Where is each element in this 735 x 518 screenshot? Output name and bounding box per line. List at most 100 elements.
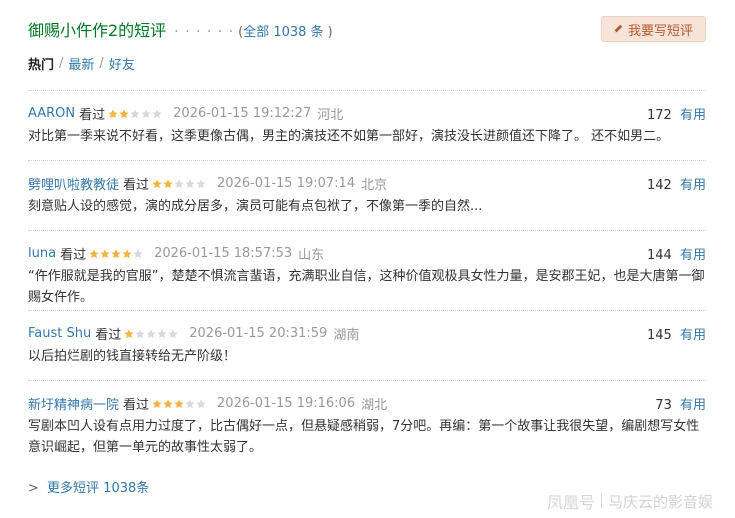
watermark-logo: 凤凰号 — [546, 493, 595, 512]
star-filled-icon — [100, 248, 110, 258]
comment-text: 对比第一季来说不好看，这季更像古偶，男主的演技还不如第一部好，演技没长进颜值还下… — [28, 129, 670, 144]
rating-stars — [152, 398, 207, 409]
star-filled-icon — [152, 178, 162, 188]
star-empty-icon — [146, 328, 156, 338]
comment-text: 以后拍烂剧的钱直接转给无产阶级！ — [28, 349, 237, 364]
star-empty-icon — [196, 398, 206, 408]
useful-button[interactable]: 有用 — [680, 248, 706, 263]
comment-meta: luna 看过 2026-01-15 18:57:53 山东 — [28, 244, 324, 263]
useful-button[interactable]: 有用 — [680, 108, 706, 123]
watch-status: 看过 — [79, 108, 106, 123]
watch-status: 看过 — [123, 178, 150, 193]
useful-button[interactable]: 有用 — [680, 178, 706, 193]
star-empty-icon — [196, 178, 206, 188]
vote-area: 144 有用 — [647, 244, 706, 263]
comment-text: 刻意贴人设的感觉，演的成分居多，演员可能有点包袱了，不像第一季的自然... — [28, 199, 483, 214]
star-empty-icon — [141, 108, 151, 118]
comment-item: 新圩精神病一院 看过 2026-01-15 19:16:06 湖北 73 有用 … — [28, 380, 706, 458]
star-empty-icon — [152, 108, 162, 118]
comment-username[interactable]: AARON — [28, 106, 75, 121]
vote-area: 142 有用 — [647, 174, 706, 193]
comment-time[interactable]: 2026-01-15 19:16:06 — [217, 396, 355, 411]
comment-item: luna 看过 2026-01-15 18:57:53 山东 144 有用 “仵… — [28, 230, 706, 310]
more-comments-link[interactable]: > 更多短评 1038条 — [28, 477, 149, 496]
title-dots: · · · · · · — [174, 24, 235, 40]
star-filled-icon — [124, 328, 134, 338]
vote-count: 144 — [647, 248, 672, 263]
pencil-icon — [612, 23, 624, 35]
comment-list: AARON 看过 2026-01-15 19:12:27 河北 172 有用 对… — [28, 90, 706, 458]
comment-text: “仵作服就是我的官服”，楚楚不惧流言蜚语，充满职业自信，这种价值观极具女性力量，… — [28, 269, 705, 305]
rating-stars — [124, 328, 179, 339]
star-filled-icon — [163, 398, 173, 408]
write-review-button[interactable]: 我要写短评 — [600, 16, 706, 42]
watch-status: 看过 — [123, 398, 150, 413]
comment-username[interactable]: 新圩精神病一院 — [28, 394, 119, 413]
star-filled-icon — [174, 398, 184, 408]
comment-username[interactable]: 劈哩叭啦教教徒 — [28, 174, 119, 193]
comment-location: 北京 — [361, 178, 388, 193]
star-filled-icon — [122, 248, 132, 258]
comment-username[interactable]: luna — [28, 246, 56, 261]
page-title: 御赐小仵作2的短评 — [28, 21, 167, 40]
useful-button[interactable]: 有用 — [680, 398, 706, 413]
comment-location: 湖南 — [333, 328, 360, 343]
rating-stars — [108, 108, 163, 119]
short-comments-page: 御赐小仵作2的短评 · · · · · · ( 全部 1038 条 ) 我要写短… — [0, 0, 735, 518]
more-arrow: > — [28, 481, 39, 496]
comment-location: 湖北 — [361, 398, 388, 413]
comment-item: 劈哩叭啦教教徒 看过 2026-01-15 19:07:14 北京 142 有用… — [28, 160, 706, 230]
all-comments-count-link[interactable]: 全部 1038 条 — [243, 21, 323, 40]
star-filled-icon — [108, 108, 118, 118]
comment-meta: Faust Shu 看过 2026-01-15 20:31:59 湖南 — [28, 324, 359, 343]
comment-time[interactable]: 2026-01-15 19:12:27 — [173, 106, 311, 121]
watch-status: 看过 — [95, 328, 122, 343]
comment-time[interactable]: 2026-01-15 19:07:14 — [217, 176, 355, 191]
star-filled-icon — [163, 178, 173, 188]
watermark: 凤凰号 马庆云的影音娱 — [547, 489, 713, 513]
comment-item: Faust Shu 看过 2026-01-15 20:31:59 湖南 145 … — [28, 310, 706, 380]
watermark-name: 马庆云的影音娱 — [607, 492, 713, 511]
title-row: 御赐小仵作2的短评 · · · · · · ( 全部 1038 条 ) — [28, 17, 333, 41]
comment-time[interactable]: 2026-01-15 18:57:53 — [154, 246, 292, 261]
star-empty-icon — [185, 398, 195, 408]
useful-button[interactable]: 有用 — [680, 328, 706, 343]
comment-meta: 劈哩叭啦教教徒 看过 2026-01-15 19:07:14 北京 — [28, 174, 387, 193]
comment-text: 写剧本凹人设有点用力过度了，比古偶好一点，但悬疑感稍弱，7分吧。再编：第一个故事… — [28, 419, 700, 455]
comments-header: 御赐小仵作2的短评 · · · · · · ( 全部 1038 条 ) 我要写短… — [28, 14, 706, 44]
star-empty-icon — [157, 328, 167, 338]
comment-meta: AARON 看过 2026-01-15 19:12:27 河北 — [28, 104, 343, 123]
count-suffix: ) — [327, 25, 333, 40]
watch-status: 看过 — [60, 248, 87, 263]
comment-location: 河北 — [317, 108, 344, 123]
comment-meta: 新圩精神病一院 看过 2026-01-15 19:16:06 湖北 — [28, 394, 387, 413]
comment-item: AARON 看过 2026-01-15 19:12:27 河北 172 有用 对… — [28, 90, 706, 160]
vote-count: 172 — [647, 108, 672, 123]
vote-count: 142 — [647, 178, 672, 193]
vote-area: 73 有用 — [655, 394, 706, 413]
tab-hot[interactable]: 热门 — [28, 54, 54, 73]
vote-count: 145 — [647, 328, 672, 343]
rating-stars — [89, 248, 144, 259]
rating-stars — [152, 178, 207, 189]
vote-area: 145 有用 — [647, 324, 706, 343]
star-filled-icon — [111, 248, 121, 258]
comment-username[interactable]: Faust Shu — [28, 326, 91, 341]
tab-friends[interactable]: 好友 — [109, 54, 135, 73]
write-review-label: 我要写短评 — [627, 23, 693, 39]
star-empty-icon — [168, 328, 178, 338]
star-empty-icon — [133, 248, 143, 258]
tab-separator: / — [99, 56, 104, 71]
vote-count: 73 — [655, 398, 672, 413]
star-empty-icon — [130, 108, 140, 118]
star-empty-icon — [185, 178, 195, 188]
star-empty-icon — [174, 178, 184, 188]
watermark-separator — [600, 494, 602, 508]
comment-location: 山东 — [298, 248, 325, 263]
comment-time[interactable]: 2026-01-15 20:31:59 — [189, 326, 327, 341]
comment-filter-tabs: 热门 / 最新 / 好友 — [28, 54, 135, 73]
tab-latest[interactable]: 最新 — [68, 54, 94, 73]
vote-area: 172 有用 — [647, 104, 706, 123]
star-empty-icon — [135, 328, 145, 338]
star-filled-icon — [89, 248, 99, 258]
